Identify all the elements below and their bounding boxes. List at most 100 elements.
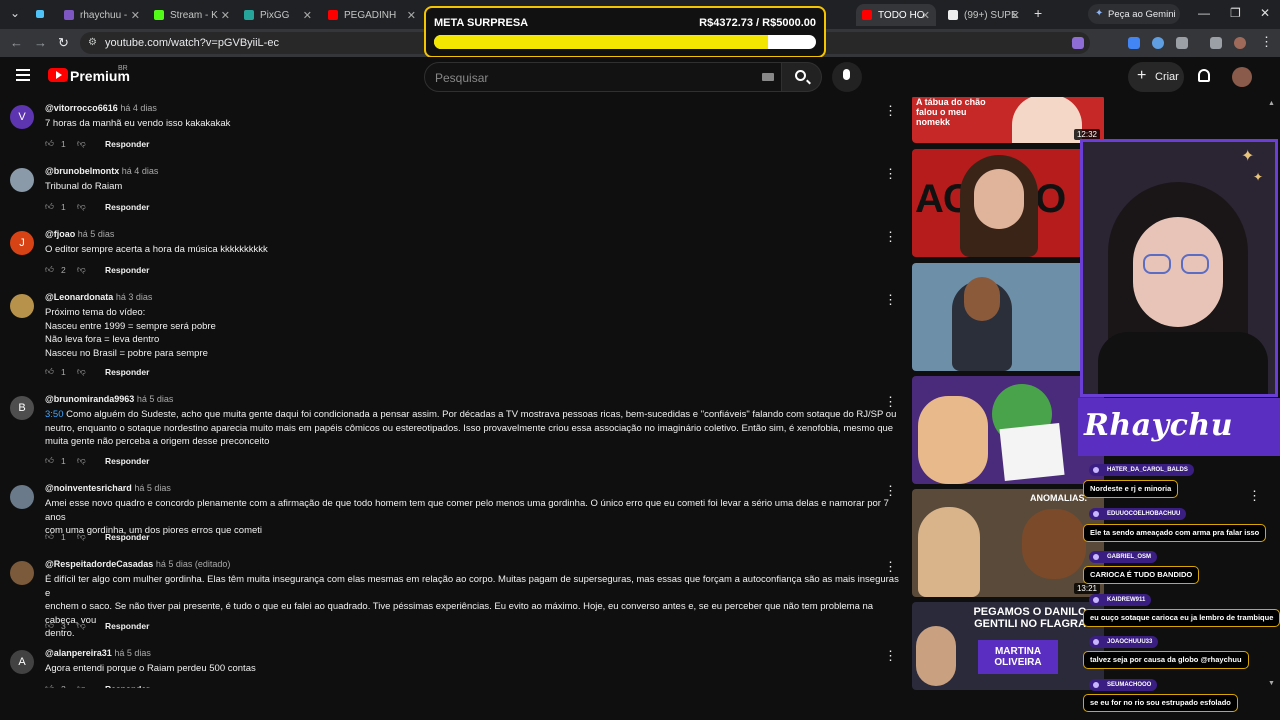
close-icon[interactable]: ✕ xyxy=(303,9,312,22)
reply-button[interactable]: Responder xyxy=(105,684,149,688)
dislike-icon[interactable]: 👎︎ xyxy=(77,264,86,275)
like-icon[interactable]: 👍︎ xyxy=(45,264,54,275)
avatar[interactable]: A xyxy=(10,650,34,674)
scroll-down-icon[interactable]: ▼ xyxy=(1268,680,1275,687)
restore-icon[interactable]: ❐ xyxy=(1230,6,1241,20)
avatar[interactable] xyxy=(10,485,34,509)
video-thumbnail[interactable]: A tábua do chão falou o meu nomekk 12:32 xyxy=(912,97,1104,143)
tab-tiktok[interactable]: (99+) SUPE ✕ xyxy=(942,4,1026,26)
comment-author[interactable]: @Leonardonata xyxy=(45,292,113,302)
forward-icon[interactable]: → xyxy=(34,35,47,50)
close-icon[interactable]: ✕ xyxy=(131,9,140,22)
comment-author[interactable]: @fjoao xyxy=(45,229,75,239)
minimize-icon[interactable]: — xyxy=(1198,6,1210,20)
create-button[interactable]: + Criar xyxy=(1128,62,1184,92)
like-icon[interactable]: 👍︎ xyxy=(45,683,54,688)
dislike-icon[interactable]: 👎︎ xyxy=(77,138,86,149)
avatar[interactable]: B xyxy=(10,396,34,420)
dislike-icon[interactable]: 👎︎ xyxy=(77,201,86,212)
like-icon[interactable]: 👍︎ xyxy=(45,366,54,377)
tab-pegadinha[interactable]: PEGADINH ✕ xyxy=(322,4,422,26)
avatar[interactable]: J xyxy=(10,231,34,255)
comment-author[interactable]: @RespeitadordeCasadas xyxy=(45,559,153,569)
close-icon[interactable]: ✕ xyxy=(921,9,930,22)
more-options-icon[interactable]: ⋮ xyxy=(884,394,897,410)
notifications-bell-icon[interactable] xyxy=(1198,69,1210,82)
dislike-icon[interactable]: 👎︎ xyxy=(77,683,86,688)
more-options-icon[interactable]: ⋮ xyxy=(884,103,897,119)
more-options-icon[interactable]: ⋮ xyxy=(884,559,897,575)
close-icon[interactable]: ✕ xyxy=(221,9,230,22)
tab-groups-icon[interactable] xyxy=(1210,37,1222,49)
chat-username: KAIDREW911 xyxy=(1089,594,1152,606)
dislike-icon[interactable]: 👎︎ xyxy=(77,455,86,466)
more-options-icon[interactable]: ⋮ xyxy=(884,648,897,664)
comment-author[interactable]: @noinventesrichard xyxy=(45,483,132,493)
reply-button[interactable]: Responder xyxy=(105,621,149,631)
video-thumbnail[interactable]: ANOMALIAS. 13:21 xyxy=(912,489,1104,597)
more-options-icon[interactable]: ⋮ xyxy=(884,166,897,182)
reply-button[interactable]: Responder xyxy=(105,456,149,466)
dislike-icon[interactable]: 👎︎ xyxy=(77,366,86,377)
reply-button[interactable]: Responder xyxy=(105,532,149,542)
avatar[interactable] xyxy=(10,168,34,192)
download-icon[interactable] xyxy=(1128,37,1140,49)
account-avatar[interactable] xyxy=(1232,67,1252,87)
video-thumbnail[interactable]: ACA BO xyxy=(912,149,1104,257)
webcam-body xyxy=(1098,332,1268,394)
timestamp-link[interactable]: 3:50 xyxy=(45,409,64,420)
profile-avatar[interactable] xyxy=(1234,37,1246,49)
more-options-icon[interactable]: ⋮ xyxy=(884,483,897,499)
video-thumbnail[interactable]: PEGAMOS O DANILO GENTILI NO FLAGRA MARTI… xyxy=(912,602,1104,690)
url-text: youtube.com/watch?v=pGVByiiL-ec xyxy=(105,37,279,49)
youtube-logo-icon[interactable] xyxy=(48,68,68,82)
comment-author[interactable]: @brunobelmontx xyxy=(45,166,119,176)
more-options-icon[interactable]: ⋮ xyxy=(884,229,897,245)
like-icon[interactable]: 👍︎ xyxy=(45,138,54,149)
video-thumbnail[interactable] xyxy=(912,263,1104,371)
search-button[interactable] xyxy=(782,62,822,92)
dislike-icon[interactable]: 👎︎ xyxy=(77,620,86,631)
avatar[interactable] xyxy=(10,294,34,318)
tab-todo-homem[interactable]: TODO HO ✕ xyxy=(856,4,936,26)
like-icon[interactable]: 👍︎ xyxy=(45,455,54,466)
like-icon[interactable]: 👍︎ xyxy=(45,201,54,212)
close-icon[interactable]: ✕ xyxy=(407,9,416,22)
voice-search-button[interactable] xyxy=(832,62,862,92)
tab-stream[interactable]: Stream - K ✕ xyxy=(148,4,236,26)
extension-icon[interactable] xyxy=(1072,37,1084,49)
reload-icon[interactable]: ↻ xyxy=(58,35,69,51)
pinned-tab-icon[interactable] xyxy=(36,10,44,18)
close-window-icon[interactable]: ✕ xyxy=(1260,6,1270,20)
more-options-icon[interactable]: ⋮ xyxy=(884,292,897,308)
comment-author[interactable]: @alanpereira31 xyxy=(45,648,112,658)
new-tab-button[interactable]: + xyxy=(1034,5,1042,21)
site-info-icon[interactable]: ⚙ xyxy=(88,37,97,48)
extension-icon[interactable] xyxy=(1152,37,1164,49)
dislike-icon[interactable]: 👎︎ xyxy=(77,531,86,542)
keyboard-icon[interactable] xyxy=(762,73,774,81)
comment-text: 7 horas da manhã eu vendo isso kakakakak xyxy=(45,118,231,129)
comment-author[interactable]: @vitorrocco6616 xyxy=(45,103,118,113)
comment-author[interactable]: @brunomiranda9963 xyxy=(45,394,134,404)
reply-button[interactable]: Responder xyxy=(105,202,149,212)
video-thumbnail[interactable] xyxy=(912,376,1104,484)
hamburger-menu-icon[interactable] xyxy=(16,69,30,81)
reply-button[interactable]: Responder xyxy=(105,139,149,149)
avatar[interactable] xyxy=(10,561,34,585)
tab-pixgg[interactable]: PixGG ✕ xyxy=(238,4,318,26)
reply-button[interactable]: Responder xyxy=(105,265,149,275)
menu-kebab-icon[interactable]: ⋮ xyxy=(1260,34,1273,50)
tab-rhaychuu[interactable]: rhaychuu - ✕ xyxy=(58,4,146,26)
tab-search-icon[interactable]: ⌄ xyxy=(10,6,20,20)
like-icon[interactable]: 👍︎ xyxy=(45,620,54,631)
scroll-up-icon[interactable]: ▲ xyxy=(1268,100,1275,107)
like-icon[interactable]: 👍︎ xyxy=(45,531,54,542)
close-icon[interactable]: ✕ xyxy=(1011,9,1020,22)
search-input[interactable]: Pesquisar xyxy=(424,62,782,92)
puzzle-icon[interactable] xyxy=(1176,37,1188,49)
back-icon[interactable]: ← xyxy=(10,35,23,50)
gemini-button[interactable]: ✦ Peça ao Gemini xyxy=(1088,4,1180,24)
reply-button[interactable]: Responder xyxy=(105,367,149,377)
avatar[interactable]: V xyxy=(10,105,34,129)
